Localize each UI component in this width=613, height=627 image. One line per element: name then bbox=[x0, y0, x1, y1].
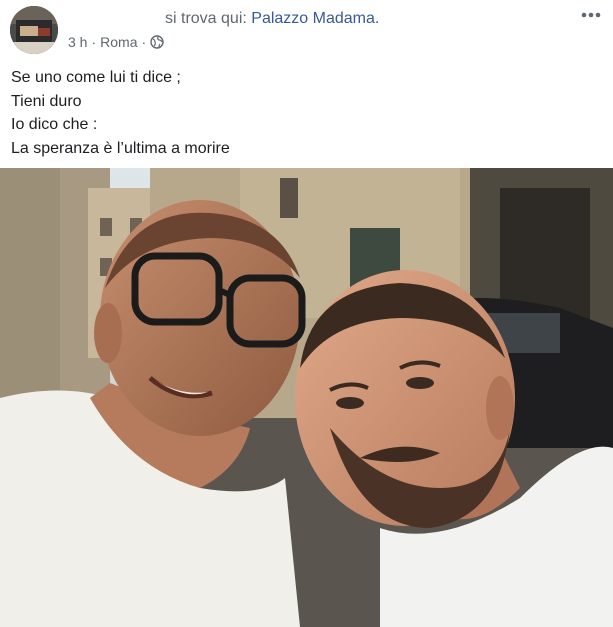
location-prefix: si trova qui: bbox=[165, 10, 252, 27]
post-header: si trova qui: Palazzo Madama. 3 h · Roma… bbox=[0, 0, 613, 62]
post-time[interactable]: 3 h bbox=[68, 34, 87, 50]
post-photo[interactable] bbox=[0, 168, 613, 627]
globe-icon[interactable] bbox=[150, 35, 164, 49]
meta-separator: · bbox=[141, 34, 147, 50]
avatar-image bbox=[10, 6, 58, 54]
post-text: Se uno come lui ti dice ; Tieni duro Io … bbox=[11, 66, 601, 160]
more-options-icon[interactable] bbox=[579, 6, 603, 24]
post-text-line: Io dico che : bbox=[11, 116, 98, 133]
post-place[interactable]: Roma bbox=[100, 34, 137, 50]
location-suffix: . bbox=[374, 10, 380, 27]
post-text-line: La speranza è l’ultima a morire bbox=[11, 139, 230, 157]
meta-separator: · bbox=[91, 34, 97, 50]
selfie-photo bbox=[0, 168, 613, 627]
location-line: si trova qui: Palazzo Madama. bbox=[165, 10, 379, 28]
post-meta: 3 h · Roma · bbox=[68, 34, 164, 50]
location-link[interactable]: Palazzo Madama bbox=[251, 10, 375, 27]
avatar[interactable] bbox=[10, 6, 58, 54]
post-text-line: Tieni duro bbox=[11, 92, 82, 110]
post-text-line: Se uno come lui ti dice ; bbox=[11, 69, 181, 86]
